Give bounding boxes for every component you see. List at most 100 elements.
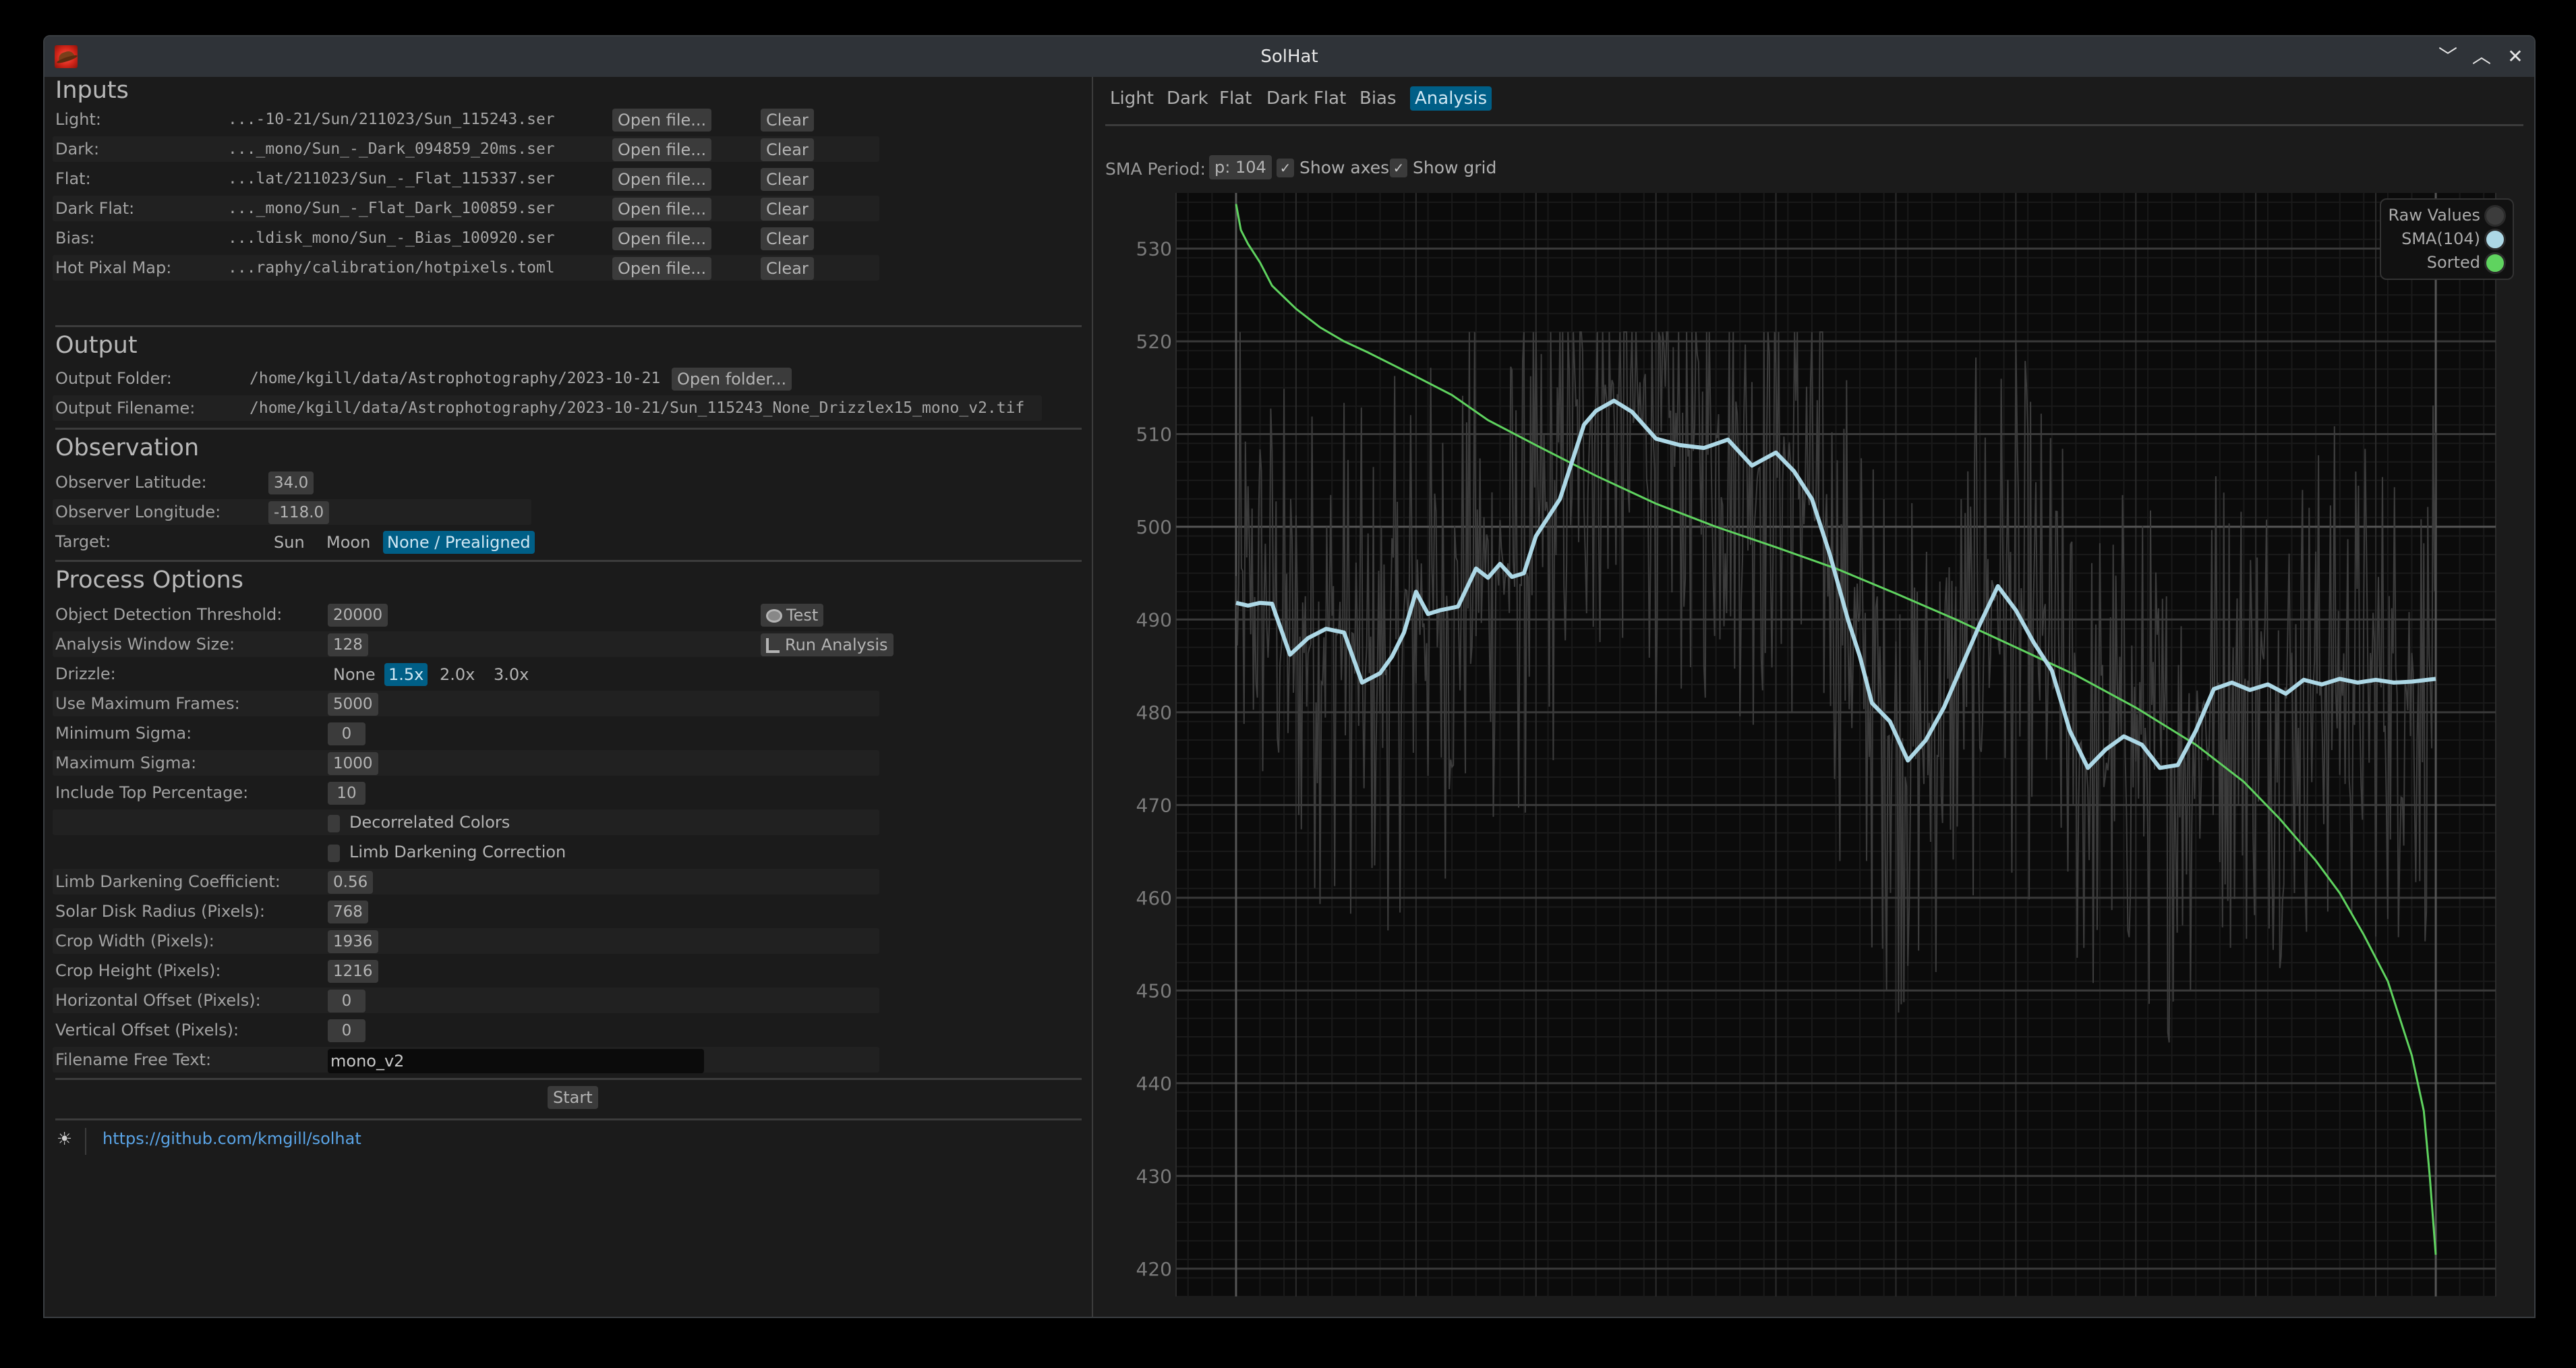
drizzle-option-none[interactable]: None <box>329 663 380 686</box>
analysis-panel: Light Dark Flat Dark Flat Bias Analysis … <box>1093 77 2534 1317</box>
window-size-label: Analysis Window Size: <box>55 635 235 654</box>
drizzle-option-1-5x[interactable]: 1.5x <box>384 663 428 686</box>
start-button[interactable]: Start <box>548 1086 598 1109</box>
input-row-bias: Bias: ...ldisk_mono/Sun_-_Bias_100920.ser… <box>53 225 879 251</box>
target-option-none-prealigned[interactable]: None / Prealigned <box>383 531 535 554</box>
vertical-offset-input[interactable]: 0 <box>328 1019 365 1042</box>
free-text-input[interactable] <box>328 1049 704 1073</box>
top-percentage-input[interactable]: 10 <box>328 782 365 805</box>
drizzle-option-2-0x[interactable]: 2.0x <box>436 663 479 686</box>
clear-button[interactable]: Clear <box>761 198 814 221</box>
target-row: Target: Sun Moon None / Prealigned <box>53 529 879 554</box>
tab-dark-flat[interactable]: Dark Flat <box>1262 86 1351 111</box>
maximize-button[interactable]: ︿ <box>2468 43 2495 70</box>
close-button[interactable]: ✕ <box>2502 43 2529 70</box>
limb-correction-label[interactable]: Limb Darkening Correction <box>349 839 566 865</box>
open-file-button[interactable]: Open file... <box>612 138 712 161</box>
longitude-label: Observer Longitude: <box>55 503 221 521</box>
run-analysis-button[interactable]: Run Analysis <box>761 633 894 656</box>
chart-svg[interactable]: 420 430 440 450 460 470 480 490 500 510 520 530 <box>1093 192 2533 1317</box>
open-file-button[interactable]: Open file... <box>612 109 712 132</box>
target-option-moon[interactable]: Moon <box>322 531 374 554</box>
crop-width-label: Crop Width (Pixels): <box>55 932 214 950</box>
input-label: Dark Flat: <box>55 199 135 218</box>
sma-period-input[interactable]: p: 104 <box>1209 155 1272 179</box>
show-axes-checkbox[interactable]: ✓ <box>1277 159 1294 177</box>
minimize-button[interactable]: ﹀ <box>2434 43 2461 70</box>
crop-height-input[interactable]: 1216 <box>328 960 378 983</box>
input-label: Light: <box>55 110 101 129</box>
crop-width-input[interactable]: 1936 <box>328 930 378 953</box>
free-text-label: Filename Free Text: <box>55 1050 212 1069</box>
analysis-chart[interactable]: 420 430 440 450 460 470 480 490 500 510 520 530 Raw… <box>1093 192 2534 1317</box>
tab-flat[interactable]: Flat <box>1214 86 1256 111</box>
longitude-input[interactable]: -118.0 <box>268 501 330 524</box>
tab-dark[interactable]: Dark <box>1162 86 1213 111</box>
crop-height-label: Crop Height (Pixels): <box>55 961 221 980</box>
legend-raw-values[interactable]: Raw Values <box>2388 204 2506 227</box>
test-label: Test <box>786 606 819 625</box>
input-path: ...lat/211023/Sun_-_Flat_115337.ser <box>228 170 555 188</box>
show-grid-checkbox[interactable]: ✓ <box>1390 159 1407 177</box>
input-path: ...-10-21/Sun/211023/Sun_115243.ser <box>228 111 555 128</box>
footer-separator <box>85 1128 86 1155</box>
clear-button[interactable]: Clear <box>761 168 814 191</box>
clear-button[interactable]: Clear <box>761 109 814 132</box>
min-sigma-input[interactable]: 0 <box>328 722 365 745</box>
input-row-flat: Flat: ...lat/211023/Sun_-_Flat_115337.ser… <box>53 166 879 192</box>
theme-toggle-sun-icon[interactable]: ☀ <box>57 1129 72 1149</box>
input-path: ...ldisk_mono/Sun_-_Bias_100920.ser <box>228 229 555 247</box>
clear-button[interactable]: Clear <box>761 227 814 250</box>
threshold-input[interactable]: 20000 <box>328 604 388 627</box>
divider <box>55 1078 1082 1080</box>
open-file-button[interactable]: Open file... <box>612 227 712 250</box>
tab-analysis[interactable]: Analysis <box>1410 86 1492 111</box>
clear-button[interactable]: Clear <box>761 138 814 161</box>
show-grid-label[interactable]: Show grid <box>1413 155 1496 181</box>
open-folder-button[interactable]: Open folder... <box>672 368 792 391</box>
inputs-heading: Inputs <box>55 77 129 104</box>
y-tick-label: 420 <box>1136 1258 1172 1280</box>
window-size-input[interactable]: 128 <box>328 633 368 656</box>
open-file-button[interactable]: Open file... <box>612 198 712 221</box>
limb-coefficient-input[interactable]: 0.56 <box>328 871 374 894</box>
drizzle-option-3-0x[interactable]: 3.0x <box>490 663 533 686</box>
open-file-button[interactable]: Open file... <box>612 257 712 280</box>
open-file-button[interactable]: Open file... <box>612 168 712 191</box>
window-size-row: Analysis Window Size: 128 Run Analysis <box>53 631 894 657</box>
decorrelated-row: Decorrelated Colors <box>53 809 879 835</box>
crop-width-row: Crop Width (Pixels): 1936 <box>53 928 879 954</box>
legend-sma[interactable]: SMA(104) <box>2388 227 2506 251</box>
legend-sorted[interactable]: Sorted <box>2388 251 2506 275</box>
checkmark-icon: ✓ <box>1393 160 1405 176</box>
decorrelated-checkbox[interactable] <box>328 815 340 832</box>
disk-radius-input[interactable]: 768 <box>328 901 368 923</box>
output-heading: Output <box>55 332 138 359</box>
target-option-sun[interactable]: Sun <box>270 531 309 554</box>
max-sigma-input[interactable]: 1000 <box>328 752 378 775</box>
chart-legend: Raw Values SMA(104) Sorted <box>2380 198 2514 280</box>
horizontal-offset-label: Horizontal Offset (Pixels): <box>55 991 261 1010</box>
github-link[interactable]: https://github.com/kmgill/solhat <box>103 1129 361 1148</box>
limb-correction-checkbox[interactable] <box>328 845 340 862</box>
tab-bias[interactable]: Bias <box>1355 86 1401 111</box>
y-tick-label: 460 <box>1136 887 1172 909</box>
clear-button[interactable]: Clear <box>761 257 814 280</box>
y-tick-label: 500 <box>1136 516 1172 538</box>
disk-radius-row: Solar Disk Radius (Pixels): 768 <box>53 899 879 924</box>
input-label: Flat: <box>55 169 91 188</box>
title-bar: SolHat ﹀ ︿ ✕ <box>45 36 2534 77</box>
legend-dot-raw <box>2484 205 2506 227</box>
tab-light[interactable]: Light <box>1105 86 1159 111</box>
output-folder-label: Output Folder: <box>55 369 172 388</box>
latitude-input[interactable]: 34.0 <box>268 472 314 494</box>
show-axes-label[interactable]: Show axes <box>1299 155 1389 181</box>
horizontal-offset-input[interactable]: 0 <box>328 990 365 1013</box>
decorrelated-label[interactable]: Decorrelated Colors <box>349 809 510 835</box>
free-text-row: Filename Free Text: <box>53 1047 879 1073</box>
test-button[interactable]: Test <box>761 604 824 627</box>
input-row-light: Light: ...-10-21/Sun/211023/Sun_115243.se… <box>53 107 879 132</box>
input-row-dark: Dark: ..._mono/Sun_-_Dark_094859_20ms.ser… <box>53 136 879 162</box>
max-frames-input[interactable]: 5000 <box>328 693 378 716</box>
vertical-offset-label: Vertical Offset (Pixels): <box>55 1021 239 1039</box>
